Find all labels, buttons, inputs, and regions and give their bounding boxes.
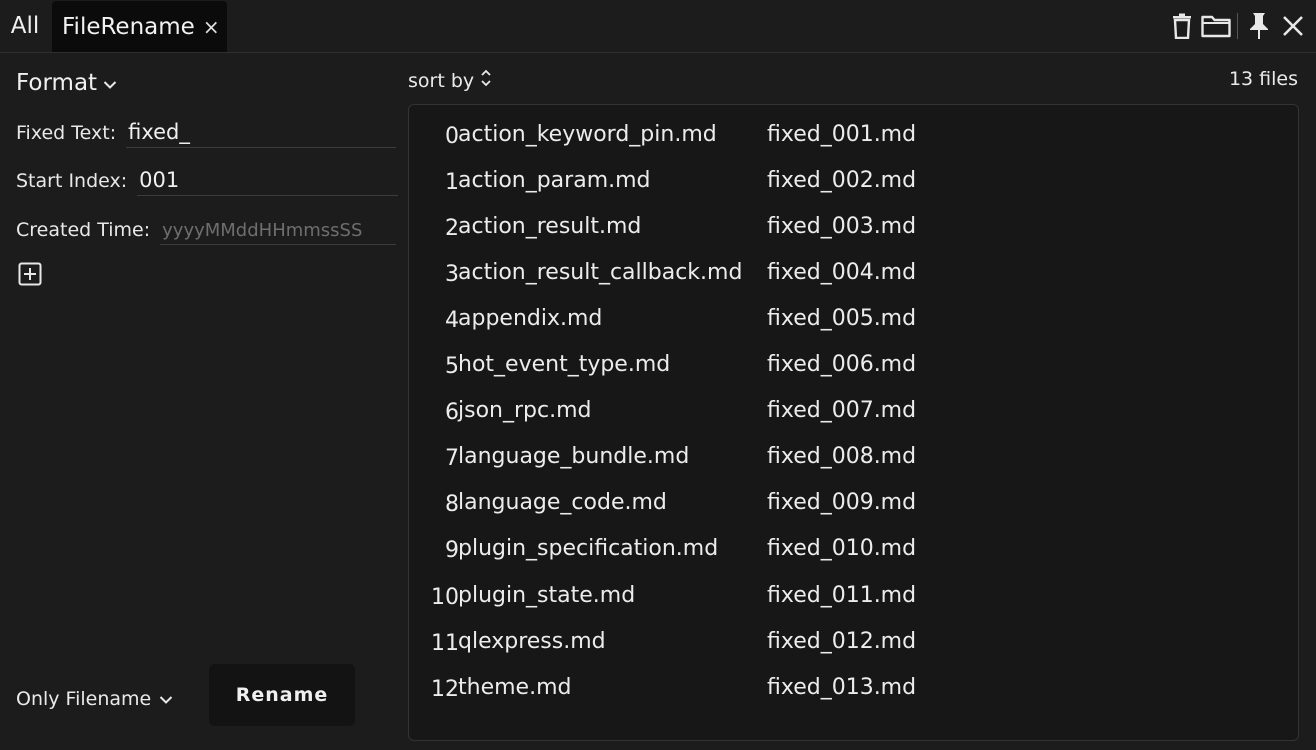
new-filename: fixed_001.md bbox=[767, 121, 917, 147]
file-index: 7 bbox=[445, 446, 459, 472]
original-filename: plugin_specification.md bbox=[458, 536, 719, 562]
original-filename: language_bundle.md bbox=[458, 444, 690, 470]
file-index: 2 bbox=[445, 215, 459, 241]
file-index: 0 bbox=[445, 123, 459, 149]
file-index: 12 bbox=[431, 676, 459, 702]
original-filename: action_result.md bbox=[458, 213, 642, 239]
new-filename: fixed_004.md bbox=[767, 259, 917, 285]
close-icon[interactable] bbox=[1276, 10, 1310, 42]
file-index: 1 bbox=[445, 169, 459, 195]
toolbar-divider bbox=[1237, 13, 1238, 39]
new-filename: fixed_011.md bbox=[767, 582, 917, 608]
created-time-input[interactable] bbox=[160, 213, 397, 245]
fixed-text-input[interactable] bbox=[126, 116, 397, 148]
file-index: 11 bbox=[431, 630, 459, 656]
fixed-text-label: Fixed Text: bbox=[16, 122, 117, 144]
file-rename-window: All FileRename × Format Fixed Text: fixe… bbox=[0, 0, 1316, 750]
file-list: 0 action_keyword_pin.md fixed_001.md 1 actio… bbox=[408, 104, 1299, 741]
created-time-label: Created Time: bbox=[16, 219, 151, 241]
rename-mode-label: Only Filename bbox=[16, 688, 152, 710]
tab-filerename[interactable]: FileRename × bbox=[52, 1, 227, 52]
add-format-icon[interactable] bbox=[18, 262, 42, 286]
tab-all[interactable]: All bbox=[0, 0, 50, 52]
chevron-down-icon bbox=[159, 688, 173, 710]
original-filename: qlexpress.md bbox=[458, 628, 606, 654]
file-row[interactable]: 2 action_result.md fixed_003.md bbox=[409, 206, 1298, 246]
new-filename: fixed_006.md bbox=[767, 352, 917, 377]
original-filename: theme.md bbox=[458, 674, 572, 700]
file-index: 4 bbox=[445, 307, 459, 333]
original-filename: action_param.md bbox=[458, 167, 651, 193]
new-filename: fixed_012.md bbox=[767, 628, 917, 654]
sort-by-label: sort by bbox=[408, 69, 475, 92]
file-row[interactable]: 5 hot_event_type.md fixed_006.md bbox=[409, 345, 1298, 385]
file-row[interactable]: 8 language_code.md fixed_009.md bbox=[409, 483, 1298, 523]
file-index: 3 bbox=[445, 261, 459, 287]
pin-icon[interactable] bbox=[1242, 10, 1276, 42]
file-row[interactable]: 9 plugin_specification.md fixed_010.md bbox=[409, 529, 1298, 569]
file-row[interactable]: 0 action_keyword_pin.md fixed_001.md bbox=[409, 114, 1298, 154]
file-index: 6 bbox=[445, 400, 459, 426]
file-index: 5 bbox=[445, 354, 459, 379]
rename-mode-dropdown[interactable]: Only Filename bbox=[16, 684, 173, 714]
file-count: 13 files bbox=[1228, 68, 1298, 90]
new-filename: fixed_013.md bbox=[767, 674, 917, 700]
format-label: Format bbox=[16, 70, 98, 96]
file-row[interactable]: 10 plugin_state.md fixed_011.md bbox=[409, 575, 1298, 615]
tab-bar: All FileRename × bbox=[0, 0, 1316, 53]
file-row[interactable]: 12 theme.md fixed_013.md bbox=[409, 667, 1298, 707]
file-index: 10 bbox=[431, 584, 459, 610]
original-filename: hot_event_type.md bbox=[458, 352, 671, 377]
trash-icon[interactable] bbox=[1165, 10, 1199, 42]
file-row[interactable]: 11 qlexpress.md fixed_012.md bbox=[409, 621, 1298, 661]
original-filename: appendix.md bbox=[458, 305, 603, 331]
tab-filerename-label: FileRename bbox=[62, 13, 195, 40]
original-filename: action_result_callback.md bbox=[458, 259, 743, 285]
original-filename: plugin_state.md bbox=[458, 582, 636, 608]
file-row[interactable]: 1 action_param.md fixed_002.md bbox=[409, 160, 1298, 200]
file-row[interactable]: 6 json_rpc.md fixed_007.md bbox=[409, 391, 1298, 431]
format-dropdown[interactable]: Format bbox=[16, 70, 117, 96]
folder-icon[interactable] bbox=[1199, 10, 1233, 42]
created-time-row: Created Time: bbox=[16, 211, 397, 245]
sort-by-control[interactable]: sort by bbox=[408, 68, 492, 93]
file-row[interactable]: 3 action_result_callback.md fixed_004.md bbox=[409, 252, 1298, 292]
window-actions bbox=[1165, 10, 1310, 42]
file-row[interactable]: 7 language_bundle.md fixed_008.md bbox=[409, 437, 1298, 477]
start-index-label: Start Index: bbox=[16, 170, 128, 192]
new-filename: fixed_003.md bbox=[767, 213, 917, 239]
file-index: 8 bbox=[445, 492, 459, 518]
start-index-input[interactable] bbox=[137, 164, 399, 196]
chevron-down-icon bbox=[103, 70, 117, 96]
sort-icon bbox=[480, 68, 492, 93]
file-index: 9 bbox=[445, 538, 459, 564]
original-filename: action_keyword_pin.md bbox=[458, 121, 717, 147]
original-filename: language_code.md bbox=[458, 490, 667, 516]
new-filename: fixed_002.md bbox=[767, 167, 917, 193]
new-filename: fixed_008.md bbox=[767, 444, 917, 470]
rename-button[interactable]: Rename bbox=[209, 664, 355, 726]
original-filename: json_rpc.md bbox=[458, 398, 592, 424]
new-filename: fixed_010.md bbox=[767, 536, 917, 562]
new-filename: fixed_005.md bbox=[767, 305, 917, 331]
start-index-row: Start Index: bbox=[16, 162, 399, 196]
new-filename: fixed_007.md bbox=[767, 398, 917, 424]
file-row[interactable]: 4 appendix.md fixed_005.md bbox=[409, 298, 1298, 338]
new-filename: fixed_009.md bbox=[767, 490, 917, 516]
fixed-text-row: Fixed Text: bbox=[16, 114, 397, 148]
tab-close-icon[interactable]: × bbox=[203, 15, 220, 39]
